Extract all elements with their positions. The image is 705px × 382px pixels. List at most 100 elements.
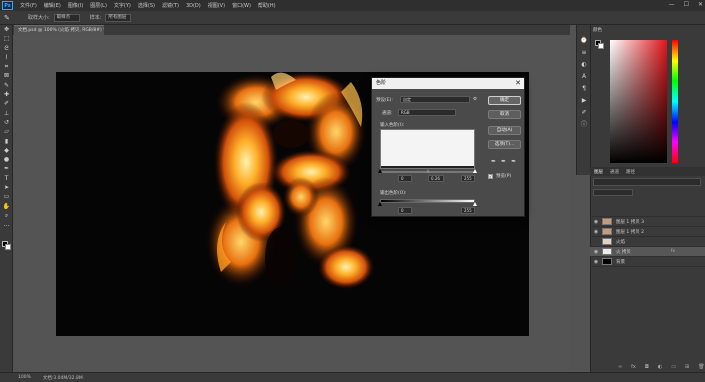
preview-checkbox-row[interactable]: ✓ 预览(P) [488,173,511,179]
tab-layers[interactable]: 图层 [594,169,603,175]
layer-row[interactable]: ◉ 图层 1 拷贝 3 [590,217,705,227]
history-icon[interactable]: ⌚ [577,35,591,47]
visibility-eye-icon[interactable]: ◉ [590,229,602,235]
brush-tool-icon[interactable]: ✐ [0,99,13,108]
visibility-eye-icon[interactable]: ◉ [590,259,602,265]
info-icon[interactable]: ⓘ [577,119,591,131]
marquee-tool-icon[interactable]: ⬚ [0,34,13,43]
menu-type[interactable]: 文字(Y) [114,2,131,9]
paragraph-icon[interactable]: ¶ [577,83,591,95]
layer-row[interactable]: 火焰 [590,237,705,247]
document-tab[interactable]: 文档.psd @ 100% (火焰 拷贝, RGB/8#) * [14,25,104,35]
channel-select[interactable]: RGB [398,109,456,116]
input-white-field[interactable]: 255 [461,175,475,182]
options-button[interactable]: 选项(T)... [488,140,521,149]
visibility-eye-icon[interactable]: ◉ [590,219,602,225]
layer-row-selected[interactable]: ◉ 火 拷贝 fx [590,247,705,257]
eraser-tool-icon[interactable]: ▱ [0,127,13,136]
eyedropper-tool-icon[interactable]: ✎ [0,81,13,90]
document-info[interactable]: 文档:3.04M/32.8M [43,375,83,381]
dodge-tool-icon[interactable]: ● [0,155,13,164]
cancel-button[interactable]: 取消 [488,110,521,119]
black-point-eyedropper-icon[interactable]: ✒ [491,158,496,165]
move-tool-icon[interactable]: ✥ [0,25,13,34]
output-black-handle[interactable] [378,202,382,206]
color-picker-field[interactable] [610,40,667,163]
eyedropper-icon[interactable]: ✎ [4,13,18,23]
maximize-button[interactable]: ☐ [684,1,689,8]
menu-view[interactable]: 视图(V) [208,2,225,9]
add-style-icon[interactable]: fx [631,364,636,370]
character-icon[interactable]: A [577,71,591,83]
hand-tool-icon[interactable]: ✋ [0,202,13,211]
output-white-handle[interactable] [473,202,477,206]
layer-row[interactable] [590,207,705,217]
shape-tool-icon[interactable]: ▭ [0,192,13,201]
layer-row[interactable]: ◉ 背景 [590,257,705,267]
delete-layer-icon[interactable]: 🗑 [698,364,704,370]
sample-select[interactable]: 所有图层 [105,13,132,22]
hue-slider[interactable] [672,40,678,163]
type-tool-icon[interactable]: T [0,174,13,183]
zoom-level[interactable]: 100% [18,375,31,380]
menu-edit[interactable]: 编辑(E) [44,2,61,9]
zoom-tool-icon[interactable]: ⌕ [0,211,13,220]
close-icon[interactable]: ✕ [515,78,521,89]
brush-settings-icon[interactable]: ✐ [577,107,591,119]
menu-window[interactable]: 窗口(W) [232,2,251,9]
tab-paths[interactable]: 路径 [626,169,635,175]
minimize-button[interactable]: — [669,1,675,8]
color-panel-tab[interactable]: 颜色 [593,27,602,33]
lasso-tool-icon[interactable]: ᘓ [0,44,13,53]
input-gamma-field[interactable]: 0.26 [428,175,444,182]
menu-image[interactable]: 图像(I) [68,2,83,9]
clone-stamp-tool-icon[interactable]: ⊥ [0,109,13,118]
input-black-field[interactable]: 0 [398,175,412,182]
gray-point-eyedropper-icon[interactable]: ✒ [501,158,506,165]
menu-help[interactable]: 帮助(H) [258,2,276,9]
new-layer-icon[interactable]: ⊞ [685,364,689,370]
visibility-eye-icon[interactable]: ◉ [590,249,602,255]
crop-tool-icon[interactable]: ⌗ [0,62,13,71]
more-tools-icon[interactable]: … [0,220,13,229]
group-icon[interactable]: ▭ [671,364,676,370]
input-gamma-handle[interactable] [425,169,430,173]
menu-file[interactable]: 文件(F) [20,2,37,9]
background-color-swatch[interactable] [5,244,11,250]
output-black-field[interactable]: 0 [398,207,412,214]
properties-icon[interactable]: ≡ [577,47,591,59]
history-brush-tool-icon[interactable]: ↺ [0,118,13,127]
actions-icon[interactable]: ▶ [577,95,591,107]
output-white-field[interactable]: 255 [461,207,475,214]
input-black-handle[interactable] [378,169,382,173]
add-mask-icon[interactable]: ◘ [645,364,649,370]
tab-channels[interactable]: 通道 [610,169,619,175]
layer-effects-icon[interactable]: fx [671,249,675,254]
preset-select[interactable]: 自定 [400,96,470,103]
close-window-button[interactable]: ✕ [698,1,703,8]
white-point-eyedropper-icon[interactable]: ✒ [511,158,516,165]
quick-select-tool-icon[interactable]: ⌇ [0,53,13,62]
menu-3d[interactable]: 3D(D) [186,3,201,9]
path-select-tool-icon[interactable]: ➤ [0,183,13,192]
link-layers-icon[interactable]: ∞ [618,364,622,370]
ok-button[interactable]: 确定 [488,96,521,105]
pen-tool-icon[interactable]: ✒ [0,164,13,173]
blend-mode-select[interactable] [593,189,633,196]
blur-tool-icon[interactable]: ◆ [0,146,13,155]
auto-button[interactable]: 自动(A) [488,126,521,135]
menu-select[interactable]: 选择(S) [138,2,155,9]
frame-tool-icon[interactable]: ⊠ [0,71,13,80]
input-white-handle[interactable] [473,169,477,173]
layer-row[interactable]: ◉ 图层 1 拷贝 2 [590,227,705,237]
menu-filter[interactable]: 滤镜(T) [162,2,179,9]
preset-options-icon[interactable]: ⚙ [473,97,477,102]
preview-checkbox[interactable]: ✓ [488,173,493,179]
healing-brush-tool-icon[interactable]: ✚ [0,90,13,99]
adjustment-layer-icon[interactable]: ◐ [658,364,662,370]
sample-size-select[interactable]: 取样点 [53,13,80,22]
menu-layer[interactable]: 图层(L) [90,2,107,9]
gradient-tool-icon[interactable]: ▮ [0,137,13,146]
adjustments-icon[interactable]: ◐ [577,59,591,71]
layer-filter-bar[interactable] [593,178,701,186]
